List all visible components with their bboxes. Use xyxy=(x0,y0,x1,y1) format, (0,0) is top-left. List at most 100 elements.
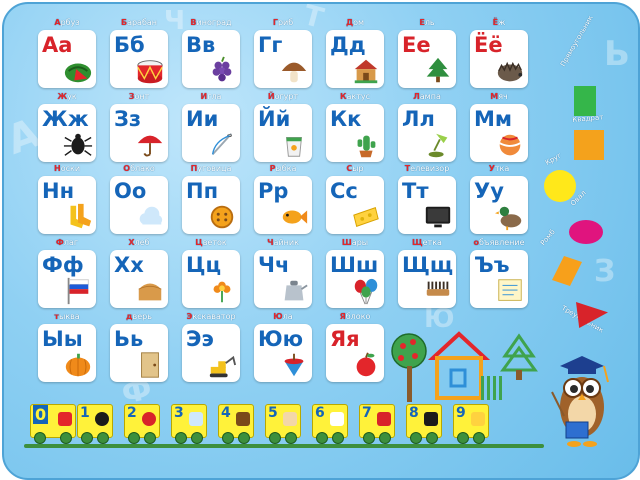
wheel-icon xyxy=(379,432,391,444)
train-car-1[interactable]: 1 xyxy=(77,404,113,444)
letter-card-yogurt[interactable]: Йй xyxy=(254,104,312,162)
letter-card-pumpkin[interactable]: Ыы xyxy=(38,324,96,382)
wheel-icon xyxy=(128,432,140,444)
letter-pair: Чч xyxy=(258,253,290,277)
train-number: 7 xyxy=(362,405,372,421)
card-word-label: Утка xyxy=(488,164,510,173)
letter-card-balloons[interactable]: Шш xyxy=(326,250,384,308)
card-word-label: Мяч xyxy=(490,92,508,101)
letter-pair: Юю xyxy=(258,327,304,351)
letter-card-socks[interactable]: Нн xyxy=(38,176,96,234)
letter-pair: Ыы xyxy=(42,327,83,351)
wheel-icon xyxy=(238,432,250,444)
letter-pair: Тт xyxy=(402,179,429,203)
letter-card-mushroom[interactable]: Гг xyxy=(254,30,312,88)
letter-card-cheese[interactable]: Сс xyxy=(326,176,384,234)
wheel-icon xyxy=(269,432,281,444)
letter-pair: Ёё xyxy=(474,33,503,57)
letter-card-cactus[interactable]: Кк xyxy=(326,104,384,162)
letter-card-fir-tree[interactable]: Ее xyxy=(398,30,456,88)
socks-icon xyxy=(70,203,92,229)
letter-card-needle[interactable]: Ии xyxy=(182,104,240,162)
card-word-label: тыква xyxy=(54,312,80,321)
cactus-icon xyxy=(357,135,376,158)
door-icon xyxy=(141,352,159,378)
letter-card-flag[interactable]: Фф xyxy=(38,250,96,308)
letter-card-cloud[interactable]: Оо xyxy=(110,176,168,234)
card-word-label: Флаг xyxy=(55,238,79,247)
letter-card-house[interactable]: Дд xyxy=(326,30,384,88)
letter-card-bread[interactable]: Хх xyxy=(110,250,168,308)
shape-label-circle: Круг xyxy=(544,151,563,167)
train-car-2[interactable]: 2 xyxy=(124,404,160,444)
letter-pair: Цц xyxy=(186,253,222,277)
cherry-icon xyxy=(142,412,156,426)
card-word-label: Чайник xyxy=(267,238,299,247)
card-word-label: Дом xyxy=(345,18,365,27)
letter-card-beetle[interactable]: Жж xyxy=(38,104,96,162)
square-shape-icon xyxy=(574,130,604,160)
letter-card-door[interactable]: Ьь xyxy=(110,324,168,382)
background-letter-decoration: Ь xyxy=(604,34,630,74)
train-car-7[interactable]: 7 xyxy=(359,404,395,444)
dice-icon xyxy=(330,412,344,426)
wheel-icon xyxy=(285,432,297,444)
letter-card-excavator[interactable]: Ээ xyxy=(182,324,240,382)
flag-icon xyxy=(67,277,89,305)
duck-icon xyxy=(495,206,522,231)
letter-card-umbrella[interactable]: Зз xyxy=(110,104,168,162)
letter-card-lamp[interactable]: Лл xyxy=(398,104,456,162)
letter-card-notice[interactable]: Ъъ xyxy=(470,250,528,308)
letter-pair: Нн xyxy=(42,179,75,203)
letter-card-apple[interactable]: Яя xyxy=(326,324,384,382)
letter-card-grapes[interactable]: Вв xyxy=(182,30,240,88)
card-word-label: Экскаватор xyxy=(186,312,236,321)
letter-card-watermelon[interactable]: Аа xyxy=(38,30,96,88)
letter-pair: Ээ xyxy=(186,327,214,351)
letter-card-duck[interactable]: Уу xyxy=(470,176,528,234)
letter-card-brush[interactable]: Щщ xyxy=(398,250,456,308)
background-letter-decoration: З xyxy=(594,254,616,289)
letter-card-tv[interactable]: Тт xyxy=(398,176,456,234)
lamp-icon xyxy=(428,133,448,158)
card-word-label: Пуговица xyxy=(190,164,232,173)
letter-card-hedgehog[interactable]: Ёё xyxy=(470,30,528,88)
tv-icon xyxy=(425,206,451,228)
letter-card-ball[interactable]: Мм xyxy=(470,104,528,162)
beetle-icon xyxy=(63,133,93,156)
train-car-5[interactable]: 5 xyxy=(265,404,301,444)
letter-card-button[interactable]: Пп xyxy=(182,176,240,234)
umbrella-icon xyxy=(137,135,163,157)
train-car-0[interactable]: 0 xyxy=(30,404,76,444)
letter-card-spinning-top[interactable]: Юю xyxy=(254,324,312,382)
shape-label-rhombus: Ромб xyxy=(539,228,557,248)
rhombus-shape-icon xyxy=(552,256,582,286)
letter-card-flower[interactable]: Цц xyxy=(182,250,240,308)
train-car-3[interactable]: 3 xyxy=(171,404,207,444)
train-car-9[interactable]: 9 xyxy=(453,404,489,444)
house-icon xyxy=(354,59,378,84)
card-word-label: Хлеб xyxy=(128,238,150,247)
letter-card-fish[interactable]: Рр xyxy=(254,176,312,234)
card-word-label: Ель xyxy=(419,18,435,27)
card-word-label: Йогурт xyxy=(267,92,299,101)
wheel-icon xyxy=(363,432,375,444)
owl-teacher-icon xyxy=(551,356,609,447)
card-word-label: Шары xyxy=(341,238,369,247)
letter-pair: Хх xyxy=(114,253,144,277)
letter-card-kettle[interactable]: Чч xyxy=(254,250,312,308)
letter-pair: Пп xyxy=(186,179,219,203)
letter-pair: Яя xyxy=(330,327,360,351)
yogurt-icon xyxy=(285,137,303,157)
wheel-icon xyxy=(426,432,438,444)
cheese-icon xyxy=(353,207,379,227)
letter-pair: Бб xyxy=(114,33,145,57)
train-car-4[interactable]: 4 xyxy=(218,404,254,444)
wheel-icon xyxy=(473,432,485,444)
letter-card-drum[interactable]: Бб xyxy=(110,30,168,88)
train-number: 2 xyxy=(127,405,137,421)
letter-pair: Ьь xyxy=(114,327,144,351)
train-car-6[interactable]: 6 xyxy=(312,404,348,444)
card-word-label: Облако xyxy=(123,164,155,173)
train-car-8[interactable]: 8 xyxy=(406,404,442,444)
